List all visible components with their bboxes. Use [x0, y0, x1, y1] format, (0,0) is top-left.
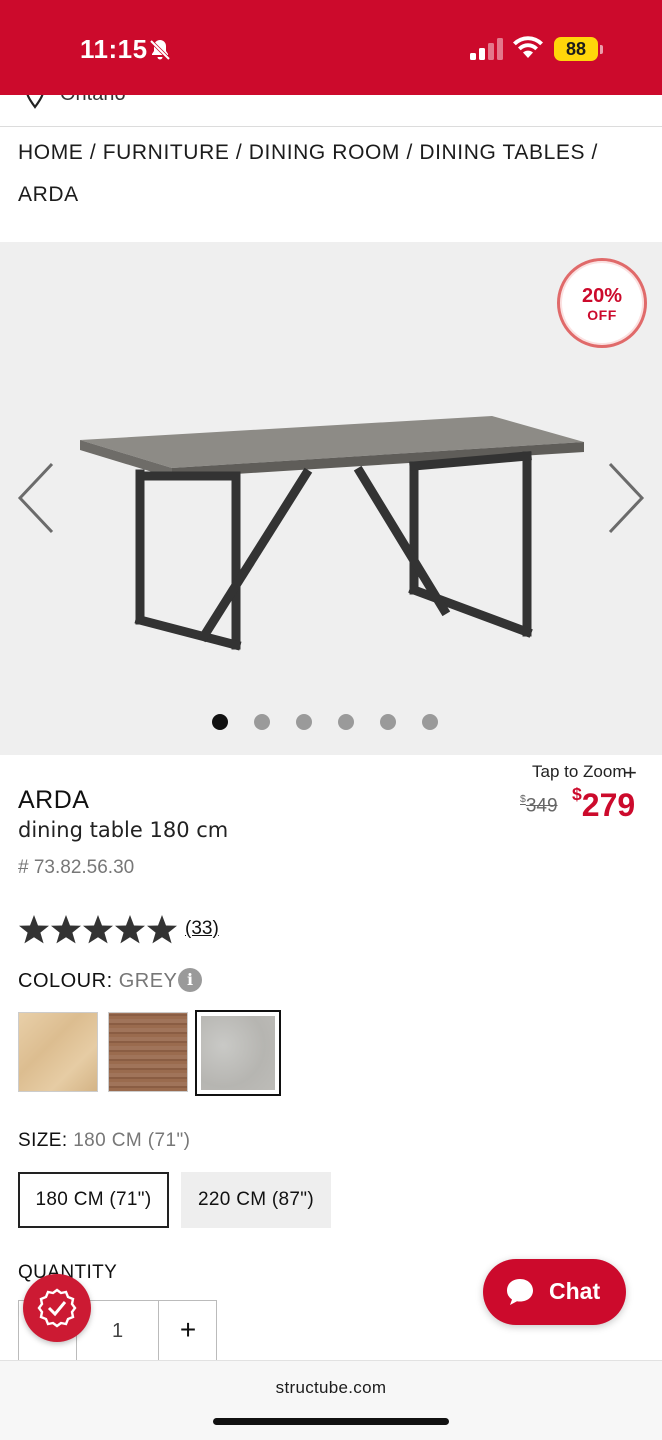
- status-time: 11:15: [80, 34, 148, 64]
- location-strip[interactable]: Ontario: [0, 95, 662, 127]
- browser-url[interactable]: structube.com: [0, 1378, 662, 1398]
- carousel-dot[interactable]: [422, 714, 438, 730]
- size-selected-value: 180 CM (71"): [73, 1130, 191, 1151]
- battery-icon: 88: [554, 37, 598, 61]
- discount-off-label: OFF: [587, 307, 617, 323]
- discount-percent: 20%: [581, 285, 623, 307]
- colour-label-text: COLOUR:: [18, 970, 113, 992]
- battery-nub: [600, 45, 603, 54]
- chat-label: Chat: [549, 1278, 601, 1304]
- colour-label: COLOUR: GREY: [18, 970, 177, 993]
- tap-to-zoom-label[interactable]: Tap to Zoom: [532, 762, 627, 782]
- discount-badge: 20% OFF: [557, 258, 647, 348]
- carousel-dot[interactable]: [296, 714, 312, 730]
- zoom-plus-icon[interactable]: +: [624, 760, 637, 786]
- breadcrumb-home[interactable]: HOME: [18, 141, 83, 164]
- status-bar: 11:15 88: [0, 0, 662, 95]
- original-price-value: 349: [525, 795, 558, 817]
- product-description: dining table 180 cm: [18, 818, 229, 842]
- size-option-180[interactable]: 180 CM (71"): [18, 1172, 169, 1228]
- location-pin-icon: [26, 95, 44, 109]
- colour-swatch-grey-selected[interactable]: [195, 1010, 281, 1096]
- carousel-dot[interactable]: [212, 714, 228, 730]
- breadcrumb-furniture[interactable]: FURNITURE: [103, 141, 230, 164]
- home-indicator[interactable]: [213, 1418, 449, 1425]
- product-title: ARDA: [18, 786, 90, 814]
- carousel-dot[interactable]: [254, 714, 270, 730]
- wifi-icon: [513, 36, 543, 58]
- chat-bubble-icon: [507, 1279, 533, 1305]
- bell-slash-icon: [149, 39, 171, 61]
- size-label-text: SIZE:: [18, 1130, 68, 1151]
- colour-selected-value: GREY: [118, 970, 178, 992]
- signal-icon: [470, 38, 503, 60]
- carousel-pagination: [212, 714, 442, 732]
- carousel-dot[interactable]: [380, 714, 396, 730]
- currency-symbol: $: [572, 784, 582, 804]
- colour-swatch-grey: [201, 1016, 275, 1090]
- breadcrumb-separator: /: [591, 141, 598, 164]
- original-price: $349: [520, 794, 558, 817]
- sale-price: $279: [572, 784, 635, 824]
- breadcrumb-separator: /: [406, 141, 413, 164]
- browser-address-bar[interactable]: [0, 1360, 662, 1440]
- carousel-dot[interactable]: [338, 714, 354, 730]
- chevron-right-icon[interactable]: [604, 460, 648, 536]
- breadcrumb-dining-tables[interactable]: DINING TABLES: [419, 141, 585, 164]
- breadcrumb: HOME / FURNITURE / DINING ROOM / DINING …: [18, 132, 638, 216]
- info-icon[interactable]: i: [178, 968, 202, 992]
- size-option-220[interactable]: 220 CM (87"): [181, 1172, 331, 1228]
- review-count-link[interactable]: (33): [185, 918, 219, 940]
- breadcrumb-separator: /: [89, 141, 97, 164]
- sale-price-value: 279: [581, 786, 636, 823]
- rewards-badge-icon: [37, 1288, 77, 1328]
- quantity-increase-button[interactable]: +: [159, 1301, 217, 1361]
- location-text: Ontario: [60, 95, 126, 106]
- breadcrumb-current: ARDA: [18, 183, 79, 206]
- colour-swatch-natural[interactable]: [18, 1012, 98, 1092]
- star-rating-icon: [19, 915, 177, 944]
- colour-swatch-walnut[interactable]: [108, 1012, 188, 1092]
- product-image: [80, 416, 584, 651]
- size-label: SIZE: 180 CM (71"): [18, 1130, 190, 1152]
- chat-button[interactable]: Chat: [483, 1259, 626, 1325]
- rewards-button[interactable]: [23, 1274, 91, 1342]
- chevron-left-icon[interactable]: [14, 460, 58, 536]
- product-sku: # 73.82.56.30: [18, 857, 135, 878]
- breadcrumb-dining-room[interactable]: DINING ROOM: [249, 141, 400, 164]
- breadcrumb-separator: /: [235, 141, 243, 164]
